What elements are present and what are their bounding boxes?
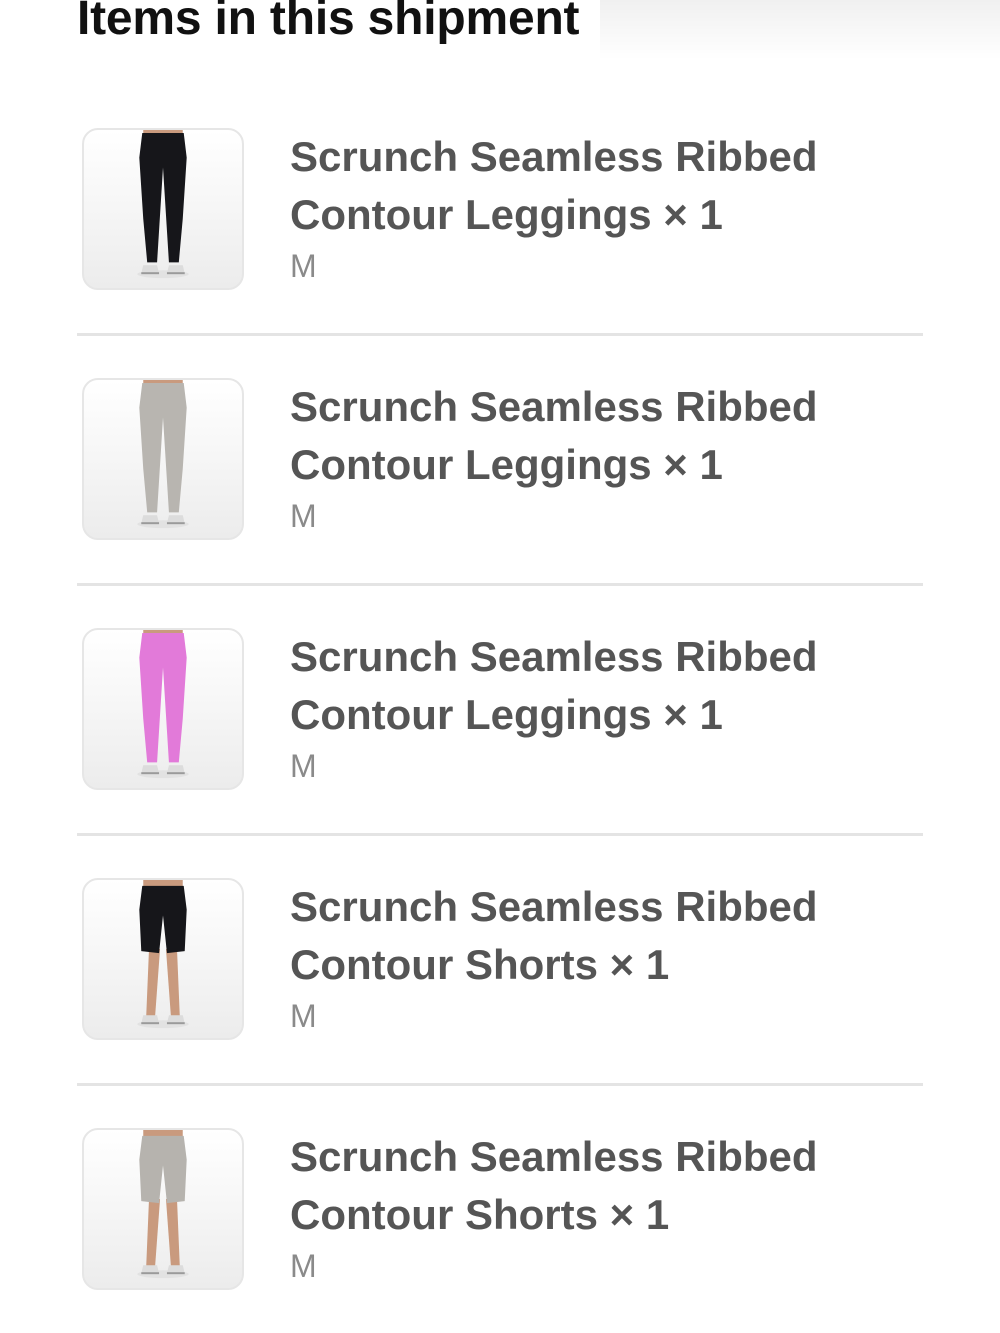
shipment-item[interactable]: Scrunch Seamless Ribbed Contour Leggings… [77,78,923,336]
product-thumbnail[interactable] [82,378,244,540]
product-name[interactable]: Scrunch Seamless Ribbed Contour Shorts ×… [290,1128,890,1244]
product-name-line-2: Contour Leggings × 1 [290,691,723,738]
leggings-product-icon [137,380,189,529]
shipment-item[interactable]: Scrunch Seamless Ribbed Contour Shorts ×… [77,1078,923,1328]
leggings-product-icon [137,630,189,779]
product-name-line-1: Scrunch Seamless Ribbed [290,883,818,930]
product-size: M [290,498,317,534]
shorts-product-icon [137,1130,189,1279]
product-name[interactable]: Scrunch Seamless Ribbed Contour Leggings… [290,628,890,744]
product-name[interactable]: Scrunch Seamless Ribbed Contour Leggings… [290,128,890,244]
product-size: M [290,248,317,284]
product-size: M [290,998,317,1034]
shipment-item[interactable]: Scrunch Seamless Ribbed Contour Shorts ×… [77,828,923,1086]
product-name-line-2: Contour Leggings × 1 [290,191,723,238]
product-name-line-2: Contour Leggings × 1 [290,441,723,488]
page-title: Items in this shipment [77,0,580,45]
product-thumbnail[interactable] [82,628,244,790]
product-name[interactable]: Scrunch Seamless Ribbed Contour Shorts ×… [290,878,890,994]
product-thumbnail[interactable] [82,878,244,1040]
product-size: M [290,748,317,784]
product-name-line-1: Scrunch Seamless Ribbed [290,633,818,680]
product-name[interactable]: Scrunch Seamless Ribbed Contour Leggings… [290,378,890,494]
top-edge-shadow [600,0,1000,60]
product-thumbnail[interactable] [82,1128,244,1290]
product-name-line-2: Contour Shorts × 1 [290,1191,670,1238]
product-size: M [290,1248,317,1284]
product-name-line-1: Scrunch Seamless Ribbed [290,133,818,180]
shorts-product-icon [137,880,189,1029]
product-name-line-2: Contour Shorts × 1 [290,941,670,988]
shipment-item[interactable]: Scrunch Seamless Ribbed Contour Leggings… [77,578,923,836]
shipment-item[interactable]: Scrunch Seamless Ribbed Contour Leggings… [77,328,923,586]
leggings-product-icon [137,130,189,279]
product-name-line-1: Scrunch Seamless Ribbed [290,1133,818,1180]
product-thumbnail[interactable] [82,128,244,290]
product-name-line-1: Scrunch Seamless Ribbed [290,383,818,430]
